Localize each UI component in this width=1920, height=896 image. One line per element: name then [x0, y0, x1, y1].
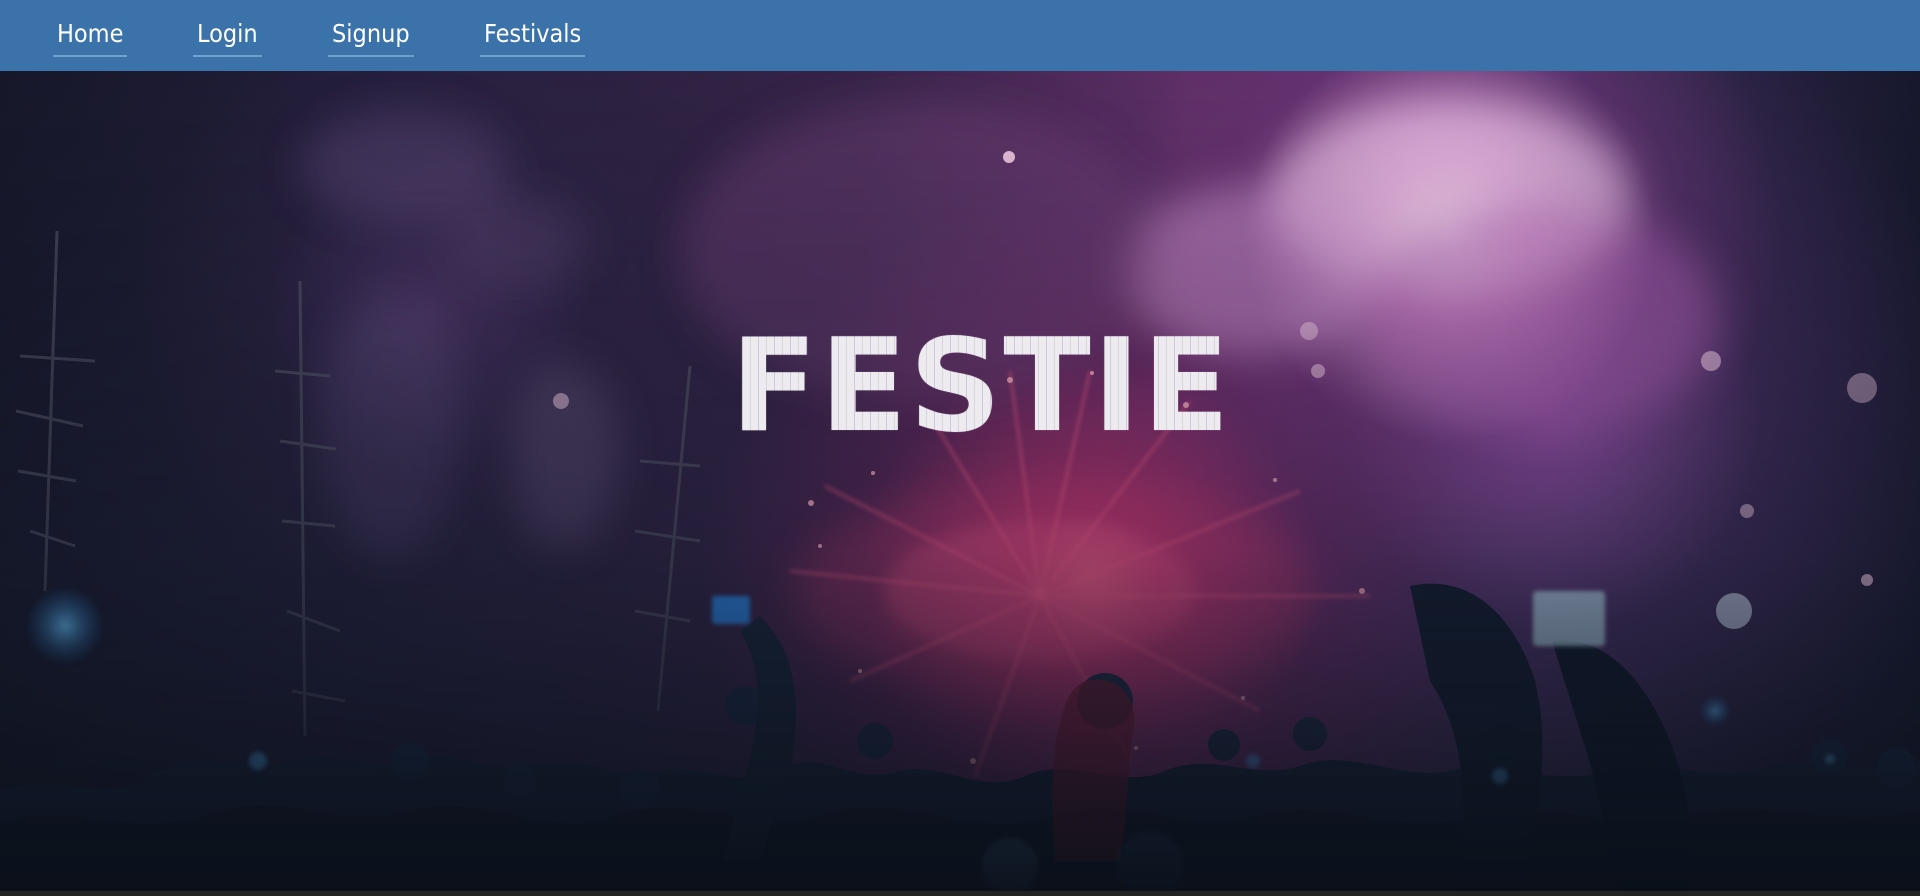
festie-hero-title: FESTIE	[711, 317, 1251, 457]
festival-crowd-fireworks-image	[0, 71, 1920, 896]
login-link[interactable]: Login	[193, 13, 262, 57]
festie-home-page: Home Login Signup Festivals FESTIE	[0, 0, 1920, 896]
festival-hero: FESTIE	[0, 71, 1920, 896]
signup-link[interactable]: Signup	[328, 13, 414, 57]
top-navigation-bar: Home Login Signup Festivals	[0, 0, 1920, 71]
crowd-dark-overlay	[0, 71, 1920, 896]
page-bottom-border	[0, 891, 1920, 896]
home-link[interactable]: Home	[53, 13, 128, 57]
festivals-link[interactable]: Festivals	[480, 13, 586, 57]
